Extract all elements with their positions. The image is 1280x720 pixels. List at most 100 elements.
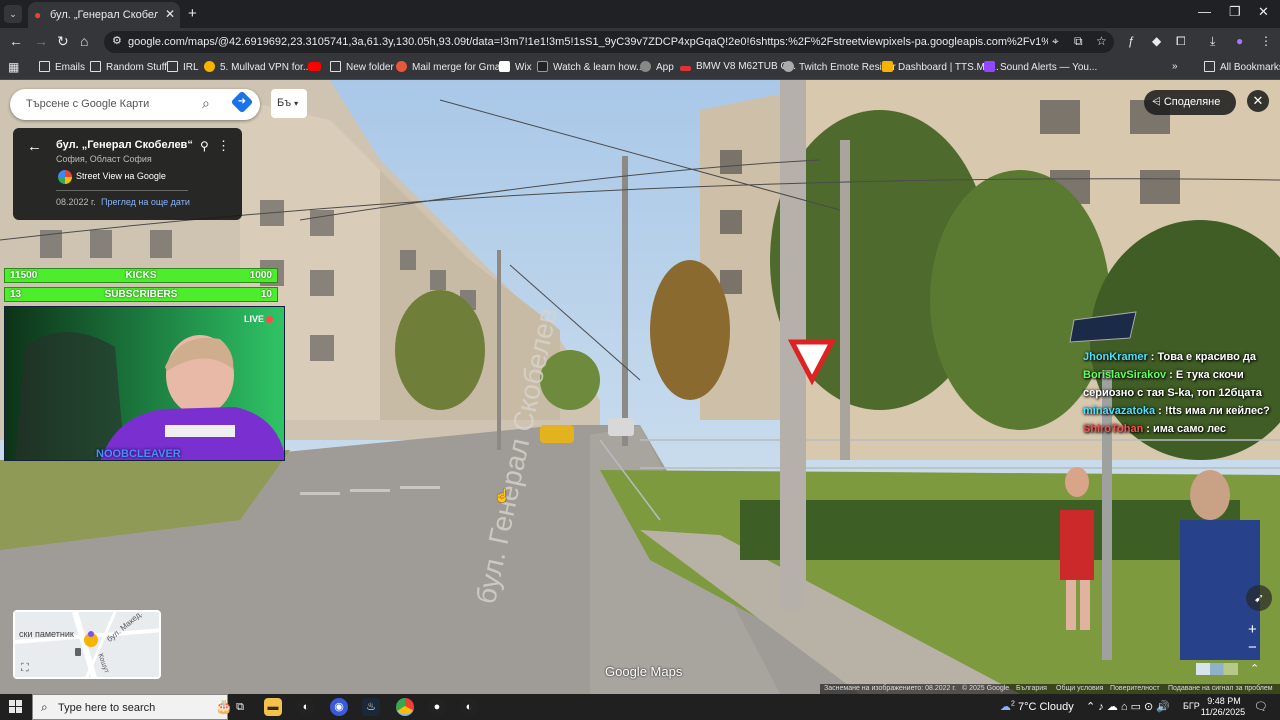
capture-date: 08.2022 г. <box>56 197 96 207</box>
restore-icon[interactable]: ❐ <box>1229 4 1241 20</box>
apps-grid-icon[interactable]: ▦ <box>8 60 19 74</box>
bookmark-item[interactable]: Emails <box>39 61 85 73</box>
weather-cloud-icon: ☁ <box>1000 701 1011 713</box>
bookmark-item[interactable]: Dashboard | TTS.Mo... <box>882 61 999 73</box>
kicks-target: 1000 <box>249 270 272 281</box>
windows-start-icon[interactable] <box>9 700 23 714</box>
tab-strip: ⌄ ● бул. „Генерал Скобелев“ – Goo ✕ + — … <box>0 0 1280 28</box>
place-title: бул. „Генерал Скобелев“ <box>56 139 193 151</box>
layers-thumbnail[interactable] <box>1196 663 1238 675</box>
bookmark-item[interactable]: Sound Alerts — You... <box>984 61 1097 73</box>
chat-username: minavazatoka <box>1083 405 1156 417</box>
reload-icon[interactable]: ↻ <box>57 33 69 50</box>
star-icon[interactable]: ☆ <box>1096 34 1107 48</box>
chevron-up-icon[interactable]: ⌃ <box>1250 662 1259 675</box>
bookmark-item[interactable]: IRL <box>167 61 199 73</box>
footer-privacy[interactable]: Поверителност <box>1110 685 1160 692</box>
download-icon[interactable]: ⤓ <box>1210 34 1215 49</box>
taskbar-search[interactable]: ⌕ Type here to search 🎂 <box>32 694 232 720</box>
footer-terms[interactable]: Общи условия <box>1056 685 1103 692</box>
home-icon[interactable]: ⌂ <box>80 33 88 49</box>
bookmark-item[interactable]: Wix <box>499 61 532 73</box>
app-icon[interactable]: ◐ <box>460 698 478 716</box>
bookmark-item[interactable]: Twitch Emote Resizer <box>783 61 896 73</box>
footer-report[interactable]: Подаване на сигнал за проблем <box>1168 685 1273 692</box>
tab-search-button[interactable]: ⌄ <box>4 5 22 23</box>
back-icon[interactable]: ← <box>9 33 23 49</box>
app-icon[interactable]: ◉ <box>330 698 348 716</box>
profile-avatar[interactable]: ● <box>1236 34 1243 48</box>
windows-taskbar: ⌕ Type here to search 🎂 ⧉ ▬ ◐ ◉ ♨ ● ◐ ☁2… <box>0 694 1280 720</box>
tab-active[interactable]: ● бул. „Генерал Скобелев“ – Goo ✕ <box>28 2 180 28</box>
folder-icon <box>90 61 101 72</box>
folder-icon <box>1204 61 1215 72</box>
menu-icon[interactable]: ⋮ <box>1260 34 1272 48</box>
map-pin-icon[interactable]: ⚲ <box>200 139 209 153</box>
place-info-card: ← бул. „Генерал Скобелев“ София, Област … <box>13 128 242 220</box>
all-bookmarks[interactable]: All Bookmarks <box>1204 61 1280 73</box>
search-input[interactable]: Търсене с Google Карти <box>26 98 149 110</box>
webcam-person <box>15 332 284 460</box>
bookmark-item[interactable]: BMW V8 M62TUB C... <box>680 61 796 72</box>
extensions-puzzle-icon[interactable]: ⧠ <box>1176 34 1186 49</box>
directions-icon[interactable]: ➜ <box>230 90 254 114</box>
search-icon[interactable]: ⌕ <box>202 95 210 112</box>
language-button[interactable]: Бъ ▾ <box>271 89 307 118</box>
site-info-icon[interactable]: ⚙ <box>112 34 122 47</box>
mullvad-icon <box>204 61 215 72</box>
more-options-icon[interactable]: ⋮ <box>217 138 230 154</box>
extension-icon[interactable]: ◆ <box>1152 34 1161 48</box>
watch-icon <box>537 61 548 72</box>
close-window-icon[interactable]: ✕ <box>1258 4 1269 20</box>
bookmarks-bar: ▦ Emails Random Stuff IRL 5. Mullvad VPN… <box>0 56 1280 80</box>
zoom-out-icon[interactable]: − <box>1248 639 1257 656</box>
url-text[interactable]: google.com/maps/@42.6919692,23.3105741,3… <box>128 36 1048 48</box>
forward-icon[interactable]: → <box>34 33 48 49</box>
install-app-icon[interactable]: ⧉ <box>1074 34 1083 49</box>
clock-time[interactable]: 9:48 PM <box>1206 696 1242 706</box>
minimize-icon[interactable]: — <box>1198 4 1211 19</box>
minimap[interactable]: ски паметник бул. Макед. Кошут ⛶ <box>13 610 161 679</box>
input-language[interactable]: БГР <box>1183 701 1200 711</box>
expand-map-icon[interactable]: ⛶ <box>21 662 29 675</box>
steam-icon[interactable]: ♨ <box>362 698 380 716</box>
webcam-overlay <box>4 306 285 461</box>
share-button[interactable]: ⩤ Споделяне <box>1144 90 1236 115</box>
extension-f-icon[interactable]: ƒ <box>1128 34 1135 48</box>
address-bar[interactable]: ⚙ google.com/maps/@42.6919692,23.3105741… <box>104 31 1114 53</box>
chrome-icon[interactable] <box>396 698 414 716</box>
folder-icon <box>39 61 50 72</box>
app-icon[interactable]: ◐ <box>297 698 315 716</box>
bookmark-item[interactable]: App <box>640 61 674 73</box>
compass-icon[interactable]: ➹ <box>1246 585 1272 611</box>
task-view-icon[interactable]: ⧉ <box>231 698 249 716</box>
clock-date[interactable]: 11/26/2025 <box>1200 707 1246 717</box>
screen: ⌄ ● бул. „Генерал Скобелев“ – Goo ✕ + — … <box>0 0 1280 720</box>
bookmark-item[interactable]: Mail merge for Gma... <box>396 61 509 73</box>
close-tab-icon[interactable]: ✕ <box>165 7 175 21</box>
bookmark-item[interactable]: New folder <box>330 61 394 73</box>
more-bookmarks-icon[interactable]: » <box>1172 61 1178 72</box>
chat-text: : !tts има ли кейлес? <box>1158 405 1270 417</box>
system-tray-icons[interactable]: ⌃ ♪ ☁ ⌂ ▭ ⊙ 🔊 <box>1086 700 1170 713</box>
chat-username: ShiroTohan <box>1083 423 1144 435</box>
close-street-view-icon[interactable]: ✕ <box>1247 90 1269 112</box>
weather-widget[interactable]: ☁2 7°C Cloudy <box>1000 700 1074 713</box>
bookmark-item[interactable]: Random Stuff <box>90 61 167 73</box>
minimap-label: ски паметник <box>19 629 74 639</box>
maps-search-box[interactable]: Търсене с Google Карти ⌕ ➜ <box>10 89 260 120</box>
taskbar-search-input[interactable]: Type here to search <box>58 702 155 714</box>
bookmark-item[interactable]: Watch & learn how... <box>537 61 644 73</box>
footer-country[interactable]: България <box>1016 685 1047 692</box>
back-arrow-icon[interactable]: ← <box>27 138 42 155</box>
new-tab-icon[interactable]: + <box>188 5 197 22</box>
obs-icon[interactable]: ● <box>428 698 446 716</box>
zoom-in-icon[interactable]: + <box>1248 621 1257 638</box>
notifications-icon[interactable]: 🗨 <box>1254 700 1268 713</box>
place-subtitle: София, Област София <box>56 154 152 164</box>
file-explorer-icon[interactable]: ▬ <box>264 698 282 716</box>
bookmark-item[interactable]: 5. Mullvad VPN for... <box>204 61 311 73</box>
more-dates-link[interactable]: Преглед на още дати <box>101 197 190 207</box>
location-icon[interactable]: ⌖ <box>1052 34 1059 49</box>
bookmark-item[interactable] <box>308 61 326 72</box>
